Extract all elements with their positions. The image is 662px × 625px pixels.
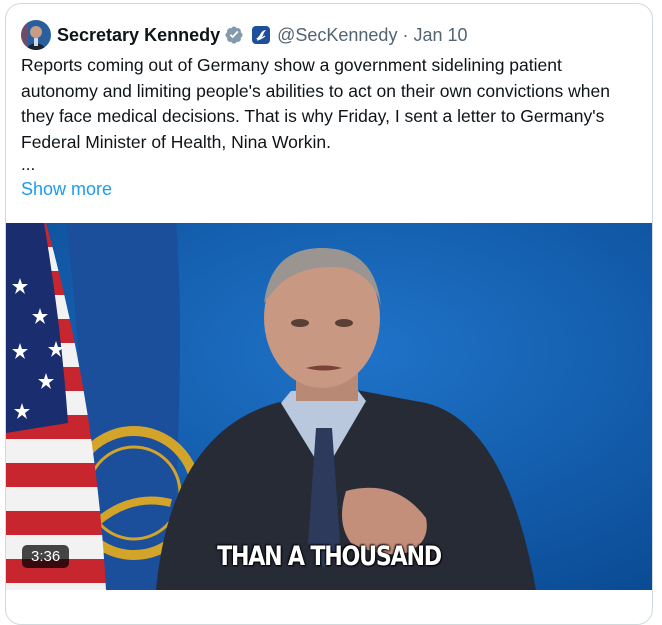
video-caption: THAN A THOUSAND [217,541,442,572]
tweet-card[interactable]: Secretary Kennedy @SecKennedy · Jan 10 R… [5,3,653,625]
separator-dot: · [402,24,409,45]
avatar[interactable] [21,20,51,50]
video-duration-badge: 3:36 [22,545,70,568]
tweet-text: Reports coming out of Germany show a gov… [21,53,641,155]
show-more-link[interactable]: Show more [21,179,112,200]
tweet-header: Secretary Kennedy @SecKennedy · Jan 10 [21,19,468,51]
author-handle[interactable]: @SecKennedy [277,25,397,46]
hhs-affiliation-icon[interactable] [252,26,271,44]
tweet-body: Reports coming out of Germany show a gov… [21,55,610,152]
video-player[interactable]: THAN A THOUSAND 3:36 [6,223,652,590]
video-frame [6,223,652,590]
verified-badge-icon [224,25,244,45]
tweet-date[interactable]: Jan 10 [413,25,467,46]
truncation-ellipsis: ... [21,155,36,174]
author-name[interactable]: Secretary Kennedy [57,25,220,46]
